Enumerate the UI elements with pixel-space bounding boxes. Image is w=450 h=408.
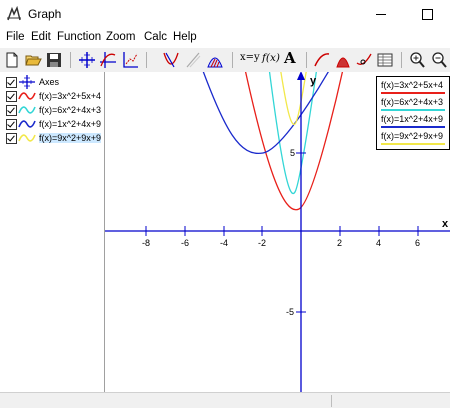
status-bar — [0, 392, 450, 408]
toolbar-separator — [232, 52, 233, 68]
x-tick-label: -2 — [258, 238, 266, 248]
function-label: f(x)=3x^2+5x+4 — [39, 91, 102, 101]
function-curve-icon — [18, 134, 36, 142]
x-tick-label: 6 — [415, 238, 420, 248]
x-tick-label: -4 — [220, 238, 228, 248]
function-checkbox[interactable] — [6, 105, 17, 116]
graph-app-icon — [7, 6, 21, 21]
menu-bar: File Edit Function Zoom Calc Help — [0, 29, 450, 48]
menu-file[interactable]: File — [5, 31, 26, 43]
toolbar-separator — [401, 52, 402, 68]
y-tick-label: 5 — [290, 148, 295, 158]
legend-line — [381, 92, 445, 94]
x-tick-label: 4 — [376, 238, 381, 248]
zoom-in-icon[interactable] — [408, 51, 426, 69]
function-checkbox[interactable] — [6, 133, 17, 144]
function-label: f(x)=9x^2+9x+9 — [39, 133, 102, 143]
legend-line — [381, 143, 445, 145]
y-tick-label: -5 — [286, 307, 294, 317]
function-list-item[interactable]: f(x)=3x^2+5x+4 — [5, 91, 103, 103]
menu-edit[interactable]: Edit — [30, 31, 52, 43]
x-tick-label: 2 — [337, 238, 342, 248]
toolbar-separator — [146, 52, 147, 68]
title-bar: Graph — [0, 0, 450, 30]
function-list-panel: Axes f(x)=3x^2+5x+4 f(x)=6x^2+4x+3 f(x)=… — [0, 72, 105, 392]
menu-calc[interactable]: Calc — [143, 31, 168, 43]
window-title: Graph — [28, 7, 62, 21]
shading-icon[interactable] — [206, 51, 224, 69]
x-axis-label: x — [442, 218, 449, 230]
function-checkbox[interactable] — [6, 91, 17, 102]
path-icon[interactable] — [355, 51, 373, 69]
insert-function-icon[interactable] — [99, 51, 117, 69]
y-axis-label: y — [310, 75, 317, 87]
function-curve-icon — [18, 92, 36, 100]
tangent-icon[interactable] — [162, 51, 180, 69]
insert-relation-button[interactable]: x=y — [240, 52, 260, 63]
evaluate-icon[interactable] — [313, 51, 331, 69]
area-icon[interactable] — [334, 51, 352, 69]
table-icon[interactable] — [376, 51, 394, 69]
menu-zoom[interactable]: Zoom — [105, 31, 136, 43]
function-list-item[interactable]: f(x)=1x^2+4x+9 — [5, 119, 103, 131]
toolbar-separator — [70, 52, 71, 68]
toolbar-separator — [306, 52, 307, 68]
legend-line — [381, 126, 445, 128]
status-divider — [331, 395, 332, 407]
function-curve-icon — [18, 120, 36, 128]
insert-label-button[interactable]: A — [284, 49, 296, 67]
axes-icon[interactable] — [78, 51, 96, 69]
legend-label: f(x)=3x^2+5x+4 — [381, 80, 444, 90]
legend-line — [381, 109, 445, 111]
menu-function[interactable]: Function — [56, 31, 102, 43]
function-curve-3x2-5x-4 — [244, 72, 344, 211]
function-list-item-axes[interactable]: Axes — [5, 75, 103, 89]
custom-function-button[interactable]: f(x) — [262, 52, 280, 64]
function-label: f(x)=6x^2+4x+3 — [39, 105, 102, 115]
menu-help[interactable]: Help — [172, 31, 198, 43]
legend-label: f(x)=6x^2+4x+3 — [381, 97, 444, 107]
function-checkbox[interactable] — [6, 119, 17, 130]
function-label: f(x)=1x^2+4x+9 — [39, 119, 102, 129]
shade-icon[interactable] — [184, 51, 202, 69]
function-list-item[interactable]: f(x)=6x^2+4x+3 — [5, 105, 103, 117]
insert-point-series-icon[interactable] — [121, 51, 139, 69]
y-axis-arrow — [297, 72, 305, 80]
legend-label: f(x)=1x^2+4x+9 — [381, 114, 444, 124]
new-icon[interactable] — [3, 51, 21, 69]
save-icon[interactable] — [45, 51, 63, 69]
toolbar: x=y f(x) A — [0, 48, 450, 73]
legend-label: f(x)=9x^2+9x+9 — [381, 131, 444, 141]
x-tick-label: -6 — [181, 238, 189, 248]
legend[interactable]: f(x)=3x^2+5x+4 f(x)=6x^2+4x+3 f(x)=1x^2+… — [376, 76, 450, 150]
axes-checkbox[interactable] — [6, 77, 17, 88]
axes-icon — [19, 75, 35, 89]
minimize-button[interactable] — [358, 0, 404, 29]
function-list-item[interactable]: f(x)=9x^2+9x+9 — [5, 133, 103, 145]
maximize-button[interactable] — [404, 0, 450, 29]
open-icon[interactable] — [24, 51, 42, 69]
x-tick-label: -8 — [142, 238, 150, 248]
function-curve-icon — [18, 106, 36, 114]
function-label: Axes — [39, 77, 60, 87]
zoom-out-icon[interactable] — [430, 51, 448, 69]
function-curve-6x2-4x-3 — [268, 72, 317, 195]
